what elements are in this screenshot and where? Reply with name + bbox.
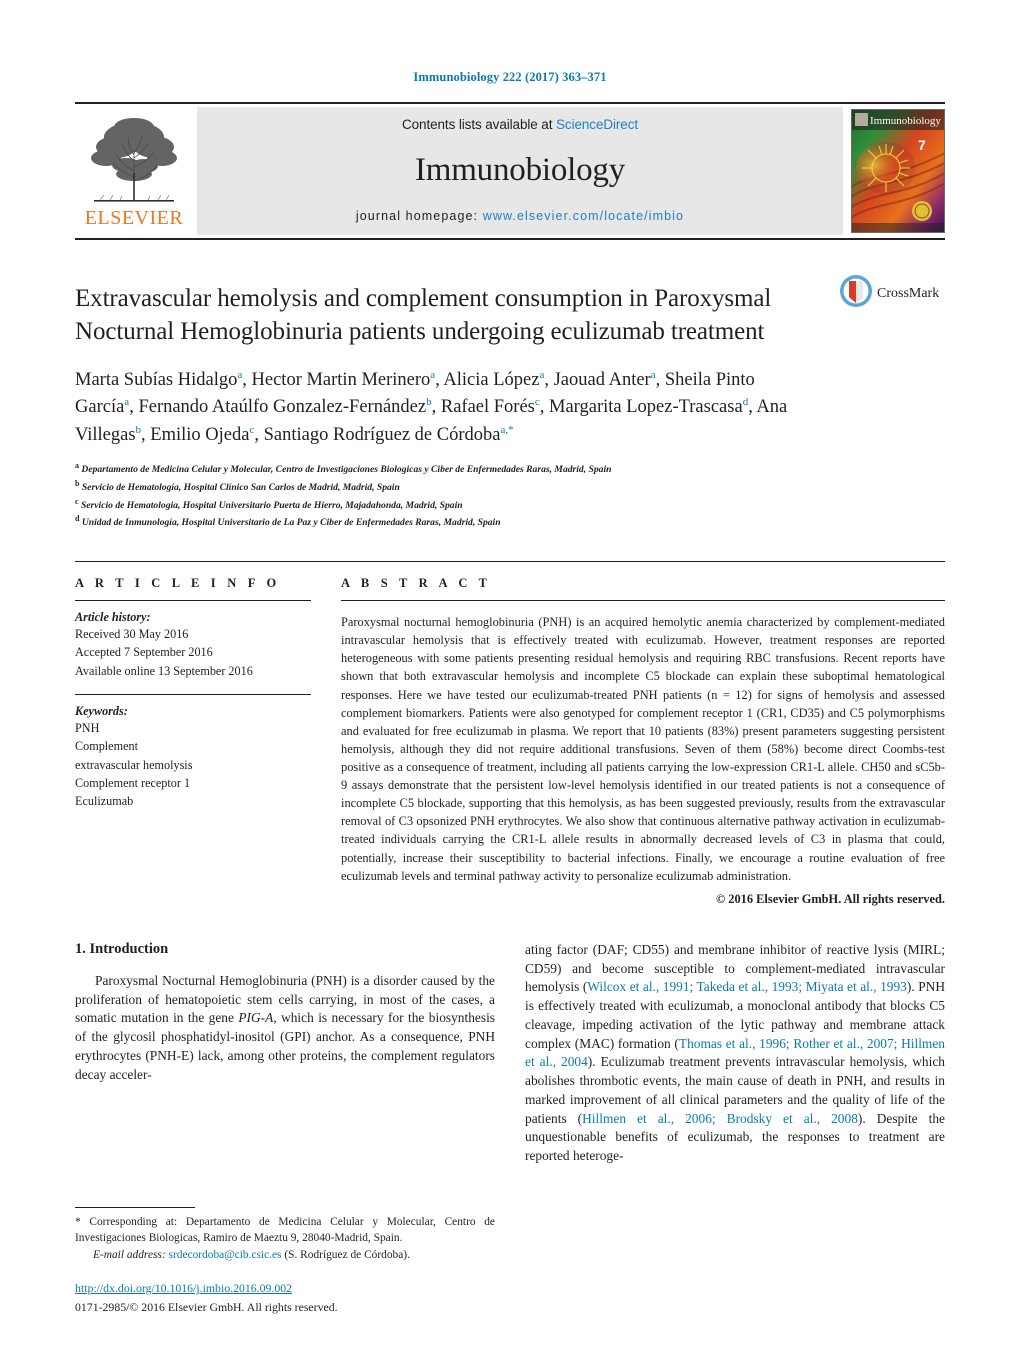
doi-link[interactable]: http://dx.doi.org/10.1016/j.imbio.2016.0… xyxy=(75,1280,555,1298)
contents-prefix: Contents lists available at xyxy=(401,117,557,132)
journal-homepage-link[interactable]: www.elsevier.com/locate/imbio xyxy=(483,209,684,223)
svg-text:CrossMark: CrossMark xyxy=(877,286,939,301)
keyword-item: Complement xyxy=(75,739,138,754)
sciencedirect-link[interactable]: ScienceDirect xyxy=(556,117,638,132)
elsevier-wordmark: ELSEVIER xyxy=(84,207,184,229)
body-columns: 1. Introduction Paroxysmal Nocturnal Hem… xyxy=(75,941,945,1166)
body-column-left: 1. Introduction Paroxysmal Nocturnal Hem… xyxy=(75,941,495,1166)
footer-identifiers: http://dx.doi.org/10.1016/j.imbio.2016.0… xyxy=(75,1280,555,1316)
footnote-divider xyxy=(75,1207,195,1209)
info-abstract-section: A R T I C L E I N F O Article history: R… xyxy=(75,561,945,907)
affiliation-item: c Servicio de Hematologia, Hospital Univ… xyxy=(75,496,463,511)
affiliation-list: a Departamento de Medicina Celular y Mol… xyxy=(75,460,945,531)
article-info-heading: A R T I C L E I N F O xyxy=(75,576,281,591)
author-list: Marta Subías Hidalgoa, Hector Martin Mer… xyxy=(75,368,788,446)
journal-masthead: ELSEVIER Contents lists available at Sci… xyxy=(75,102,945,240)
abstract-heading: A B S T R A C T xyxy=(341,576,492,591)
keyword-item: PNH xyxy=(75,720,100,735)
corresponding-author-text: * Corresponding at: Departamento de Medi… xyxy=(75,1216,495,1245)
introduction-paragraph-left: Paroxysmal Nocturnal Hemoglobinuria (PNH… xyxy=(75,972,496,1082)
page-title: Extravascular hemolysis and complement c… xyxy=(75,285,772,346)
crossmark-badge[interactable]: CrossMark xyxy=(837,274,945,308)
article-page: Immunobiology 222 (2017) 363–371 ELSEVIE… xyxy=(0,0,1020,1351)
abstract-column: A B S T R A C T Paroxysmal nocturnal hem… xyxy=(333,562,945,907)
masthead-center: Contents lists available at ScienceDirec… xyxy=(197,107,843,235)
journal-cover-art: Immunobiology 7 xyxy=(852,110,944,232)
journal-cover-thumbnail: Immunobiology 7 xyxy=(851,109,945,233)
svg-text:Immunobiology: Immunobiology xyxy=(870,115,941,127)
article-history-received: Received 30 May 2016 xyxy=(75,627,189,642)
title-block: CrossMark Extravascular hemolysis and co… xyxy=(75,275,945,531)
svg-text:7: 7 xyxy=(918,137,926,153)
elsevier-tree-icon xyxy=(91,118,177,202)
abstract-text: Paroxysmal nocturnal hemoglobinuria (PNH… xyxy=(341,615,945,883)
issn-copyright-line: 0171-2985/© 2016 Elsevier GmbH. All righ… xyxy=(75,1299,338,1314)
keywords-label: Keywords: xyxy=(75,703,128,718)
elsevier-logo: ELSEVIER xyxy=(75,107,193,235)
corresponding-author-footnote: * Corresponding at: Departamento de Medi… xyxy=(75,1207,495,1263)
divider xyxy=(75,600,311,602)
article-history-online: Available online 13 September 2016 xyxy=(75,663,253,678)
running-head: Immunobiology 222 (2017) 363–371 xyxy=(413,70,607,84)
homepage-prefix: journal homepage: xyxy=(355,209,483,223)
affiliation-item: d Unidad de Inmunología, Hospital Univer… xyxy=(75,514,501,529)
divider xyxy=(341,600,945,602)
article-history-label: Article history: xyxy=(75,610,151,625)
keyword-item: extravascular hemolysis xyxy=(75,757,193,772)
article-info-column: A R T I C L E I N F O Article history: R… xyxy=(75,562,333,907)
journal-homepage-line: journal homepage: www.elsevier.com/locat… xyxy=(356,209,684,223)
affiliation-item: a Departamento de Medicina Celular y Mol… xyxy=(75,461,612,476)
article-history-accepted: Accepted 7 September 2016 xyxy=(75,645,213,660)
crossmark-icon: CrossMark xyxy=(840,275,939,307)
body-column-right: ating factor (DAF; CD55) and membrane in… xyxy=(525,941,945,1166)
abstract-copyright: © 2016 Elsevier GmbH. All rights reserve… xyxy=(715,891,945,906)
affiliation-item: b Servicio de Hematología, Hospital Clín… xyxy=(75,478,400,494)
contents-list-line: Contents lists available at ScienceDirec… xyxy=(402,117,638,132)
keyword-item: Eculizumab xyxy=(75,794,134,809)
keyword-item: Complement receptor 1 xyxy=(75,775,191,790)
corresponding-author-email[interactable]: E-mail address: srdecordoba@cib.csic.es … xyxy=(75,1247,495,1263)
introduction-heading: 1. Introduction xyxy=(75,940,169,957)
divider xyxy=(75,693,311,695)
journal-title: Immunobiology xyxy=(414,152,626,188)
introduction-paragraph-right: ating factor (DAF; CD55) and membrane in… xyxy=(525,941,946,1164)
